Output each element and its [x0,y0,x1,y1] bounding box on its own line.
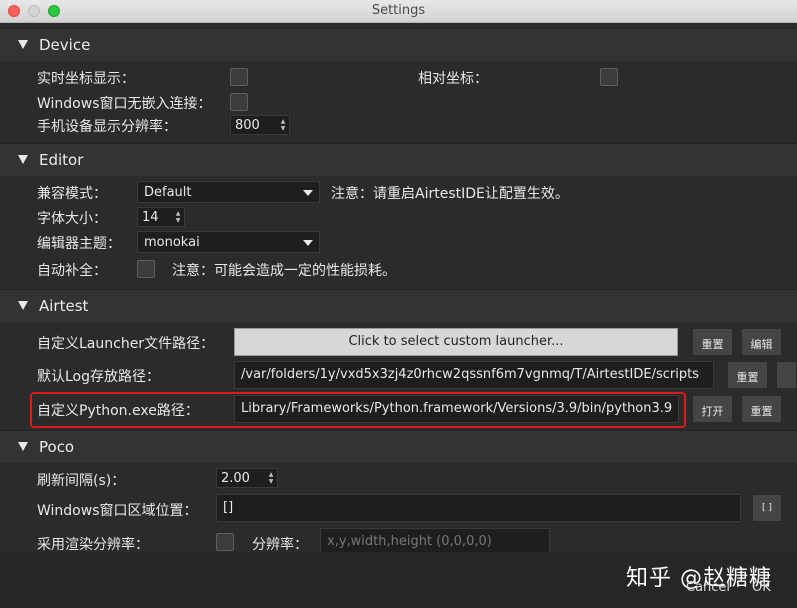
collapse-triangle-icon [18,40,28,49]
autocomplete-label: 自动补全： [37,263,107,279]
font-size-spinbox[interactable]: 14 ▲ ▼ [137,207,185,227]
realtime-coords-checkbox[interactable] [230,68,248,86]
compat-mode-label: 兼容模式： [37,186,107,202]
section-title: Poco [39,438,75,456]
chevron-down-icon [303,190,313,196]
compat-mode-value: Default [144,185,192,200]
refresh-interval-value: 2.00 [221,471,250,486]
collapse-triangle-icon [18,301,28,310]
window-region-label: Windows窗口区域位置： [37,503,198,519]
section-title: Device [39,36,91,54]
select-launcher-button[interactable]: Click to select custom launcher... [234,328,678,356]
font-size-value: 14 [142,210,159,225]
section-airtest-header[interactable]: Airtest [0,289,797,322]
windows-embed-label: Windows窗口无嵌入连接： [37,96,212,112]
windows-embed-checkbox[interactable] [230,93,248,111]
python-path-input[interactable]: Library/Frameworks/Python.framework/Vers… [234,395,679,423]
window-title: Settings [371,3,426,18]
relative-coords-checkbox[interactable] [600,68,618,86]
relative-coords-label: 相对坐标： [418,71,488,87]
section-poco-header[interactable]: Poco [0,430,797,463]
edit-launcher-button[interactable]: 编辑 [741,328,782,356]
chevron-down-icon [303,240,313,246]
pick-region-button[interactable]: [ ] [752,494,782,522]
render-resolution-checkbox[interactable] [216,533,234,551]
window-region-input[interactable]: [] [216,494,741,522]
autocomplete-note: 注意：可能会造成一定的性能损耗。 [172,263,396,279]
section-editor-header[interactable]: Editor [0,143,797,176]
python-path-label: 自定义Python.exe路径： [37,403,199,419]
theme-label: 编辑器主题： [37,236,121,252]
open-python-button[interactable]: 打开 [692,395,733,423]
autocomplete-checkbox[interactable] [137,260,155,278]
reset-python-button[interactable]: 重置 [741,395,782,423]
stepper-arrows-icon[interactable]: ▲ ▼ [279,118,287,132]
collapse-triangle-icon [18,155,28,164]
render-resolution-label: 采用渲染分辨率： [37,537,149,553]
reset-launcher-button[interactable]: 重置 [692,328,733,356]
log-path-input[interactable]: /var/folders/1y/vxd5x3zj4z0rhcw2qssnf6m7… [234,361,714,389]
section-device-header[interactable]: Device [0,28,797,61]
compat-mode-select[interactable]: Default [137,181,320,203]
section-title: Editor [39,151,84,169]
log-extra-button[interactable] [776,361,797,389]
launcher-path-label: 自定义Launcher文件路径： [37,336,215,352]
title-bar: Settings [0,0,797,23]
resolution-label: 分辨率： [252,537,308,553]
stepper-arrows-icon[interactable]: ▲ ▼ [267,471,275,485]
ok-button[interactable]: OK [752,580,771,595]
reset-log-button[interactable]: 重置 [727,361,768,389]
resolution-value: 800 [235,118,260,133]
log-path-label: 默认Log存放路径： [37,369,161,385]
section-title: Airtest [39,297,89,315]
resolution-spinbox[interactable]: 800 ▲ ▼ [230,115,290,135]
refresh-interval-spinbox[interactable]: 2.00 ▲ ▼ [216,468,278,488]
cancel-button[interactable]: Cancel [686,580,730,595]
theme-value: monokai [144,235,200,250]
refresh-interval-label: 刷新间隔(s)： [37,473,126,489]
stepper-arrows-icon[interactable]: ▲ ▼ [174,210,182,224]
realtime-coords-label: 实时坐标显示： [37,71,135,87]
theme-select[interactable]: monokai [137,231,320,253]
resolution-label: 手机设备显示分辨率： [37,119,177,135]
collapse-triangle-icon [18,442,28,451]
font-size-label: 字体大小： [37,211,107,227]
compat-note: 注意：请重启AirtestIDE让配置生效。 [331,186,569,202]
